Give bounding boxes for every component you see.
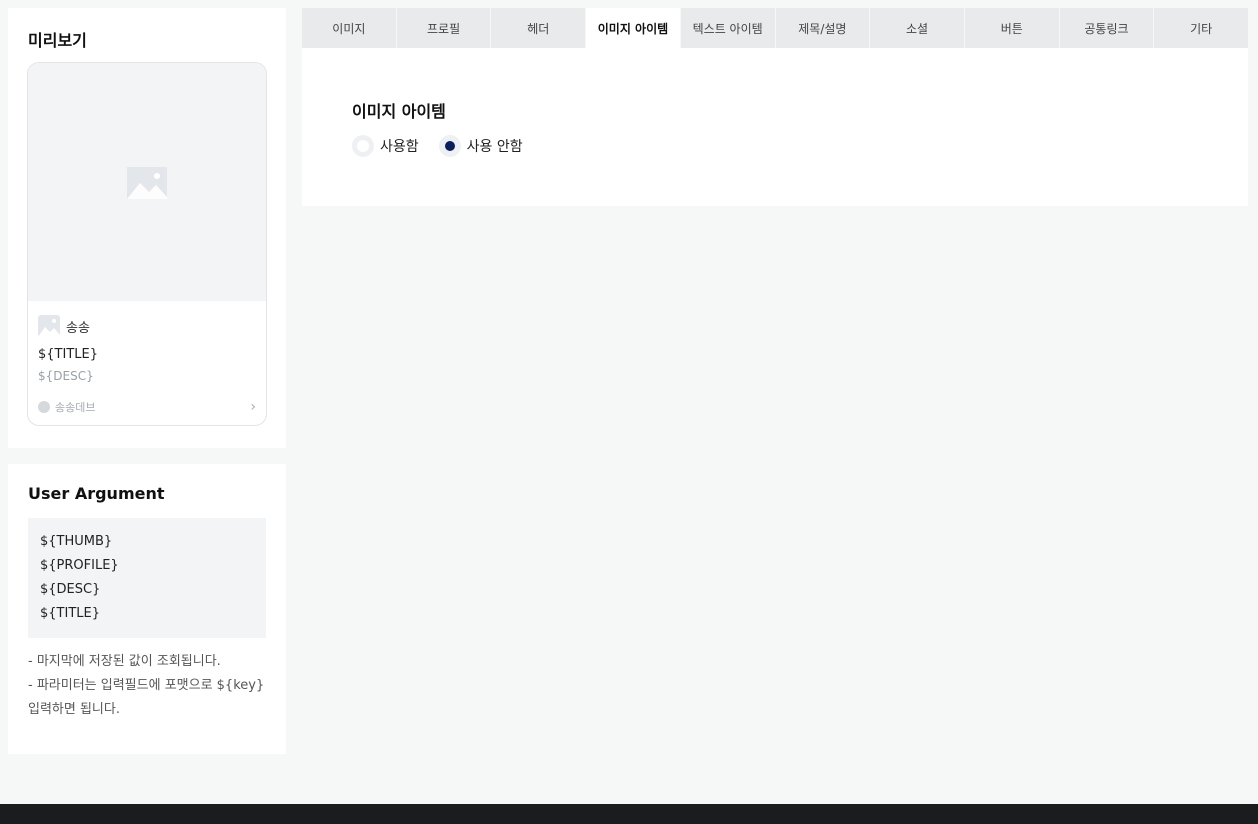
tab-text-item[interactable]: 텍스트 아이템 [680,8,776,48]
radio-button-use[interactable] [352,135,374,157]
user-argument-panel: User Argument ${THUMB} ${PROFILE} ${DESC… [8,464,286,754]
argument-list: ${THUMB} ${PROFILE} ${DESC} ${TITLE} [28,518,266,638]
profile-name: 송송 [66,320,90,336]
brand-name: 송송데브 [55,401,96,414]
argument-item: ${DESC} [40,582,101,597]
preview-panel: 미리보기 송송 ${TITLE} ${DESC} 송송데브 › [8,8,286,448]
argument-item: ${PROFILE} [40,558,119,573]
radio-button-not-use[interactable] [438,135,461,157]
radio-option-not-use[interactable]: 사용 안함 [438,135,523,157]
note-line: - 파라미터는 입력필드에 포맷으로 ${key} 입력하면 됩니다. [28,678,265,717]
tab-profile[interactable]: 프로필 [396,8,492,48]
card-title: ${TITLE} [38,347,98,362]
profile-image-icon [38,315,60,337]
image-placeholder-icon [127,167,167,199]
argument-item: ${THUMB} [40,534,113,549]
card-footer[interactable]: 송송데브 › [38,399,256,415]
user-argument-title: User Argument [28,484,165,503]
tab-title-desc[interactable]: 제목/설명 [775,8,871,48]
tab-etc[interactable]: 기타 [1154,8,1249,48]
chevron-right-icon[interactable]: › [250,400,256,414]
tab-bar: 이미지 프로필 헤더 이미지 아이템 텍스트 아이템 제목/설명 소셜 버튼 공… [302,8,1249,48]
card-description: ${DESC} [38,369,94,383]
tab-button[interactable]: 버튼 [964,8,1060,48]
editor-panel: 이미지 프로필 헤더 이미지 아이템 텍스트 아이템 제목/설명 소셜 버튼 공… [302,8,1249,206]
card-thumbnail [28,63,266,301]
argument-item: ${TITLE} [40,606,100,621]
note-line: - 마지막에 저장된 값이 조회됩니다. [28,654,221,669]
card-profile: 송송 [38,315,90,337]
brand-icon [38,401,50,413]
tab-header[interactable]: 헤더 [491,8,587,48]
tab-social[interactable]: 소셜 [870,8,965,48]
radio-label-not-use: 사용 안함 [466,139,523,155]
section-title: 이미지 아이템 [352,102,446,121]
tab-image[interactable]: 이미지 [302,8,397,48]
argument-notes: - 마지막에 저장된 값이 조회됩니다. - 파라미터는 입력필드에 포맷으로 … [28,650,274,722]
tab-image-item[interactable]: 이미지 아이템 [586,8,681,48]
image-item-radio-group: 사용함 사용 안함 [352,135,543,157]
preview-card[interactable]: 송송 ${TITLE} ${DESC} 송송데브 › [27,62,267,426]
tab-common-link[interactable]: 공통링크 [1059,8,1155,48]
radio-option-use[interactable]: 사용함 [352,135,419,157]
preview-title: 미리보기 [28,31,87,50]
page-footer [0,804,1258,824]
radio-label-use: 사용함 [380,139,419,155]
